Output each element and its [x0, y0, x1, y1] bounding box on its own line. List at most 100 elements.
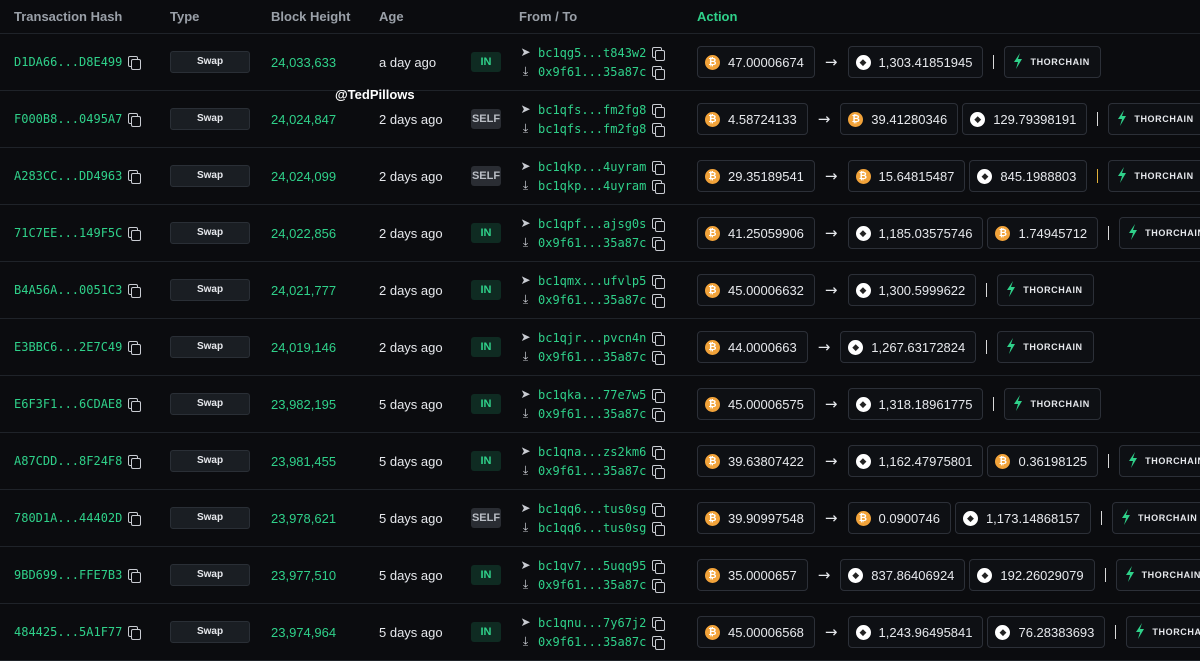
copy-icon[interactable]	[128, 227, 142, 241]
asset-amount-pill[interactable]: 0.36198125	[987, 445, 1099, 477]
table-row[interactable]: B4A56A...0051C3 Swap 24,021,777 2 days ago…	[0, 262, 1200, 319]
copy-icon[interactable]	[652, 502, 666, 517]
to-address-link[interactable]: 0x9f61...35a87c	[538, 464, 646, 478]
copy-icon[interactable]	[652, 217, 666, 232]
copy-icon[interactable]	[128, 56, 142, 70]
asset-amount-pill[interactable]: 1,243.96495841	[847, 616, 984, 648]
copy-icon[interactable]	[652, 464, 666, 479]
copy-icon[interactable]	[652, 65, 666, 80]
copy-icon[interactable]	[652, 445, 666, 460]
thorchain-badge[interactable]: THORCHAIN	[1108, 103, 1200, 135]
from-address-link[interactable]: bc1qkp...4uyram	[538, 160, 646, 174]
table-row[interactable]: A87CDD...8F24F8 Swap 23,981,455 5 days ago…	[0, 433, 1200, 490]
from-address-link[interactable]: bc1qna...zs2km6	[538, 445, 646, 459]
thorchain-badge[interactable]: THORCHAIN	[1119, 217, 1200, 249]
copy-icon[interactable]	[128, 569, 142, 583]
copy-icon[interactable]	[652, 521, 666, 536]
asset-amount-pill[interactable]: 35.0000657	[697, 559, 808, 591]
asset-amount-pill[interactable]: 192.26029079	[969, 559, 1095, 591]
from-address-link[interactable]: bc1qg5...t843w2	[538, 46, 646, 60]
table-row[interactable]: 484425...5A1F77 Swap 23,974,964 5 days ago…	[0, 604, 1200, 661]
thorchain-badge[interactable]: THORCHAIN	[1108, 160, 1200, 192]
tx-hash-link[interactable]: E6F3F1...6CDAE8	[14, 397, 122, 411]
asset-amount-pill[interactable]: 1.74945712	[987, 217, 1099, 249]
asset-amount-pill[interactable]: 45.00006632	[697, 274, 815, 306]
from-address-link[interactable]: bc1qjr...pvcn4n	[538, 331, 646, 345]
asset-amount-pill[interactable]: 39.41280346	[840, 103, 959, 135]
asset-amount-pill[interactable]: 1,185.03575746	[847, 217, 984, 249]
block-height-link[interactable]: 23,974,964	[271, 625, 336, 640]
thorchain-badge[interactable]: THORCHAIN	[1115, 559, 1200, 591]
block-height-link[interactable]: 23,977,510	[271, 568, 336, 583]
copy-icon[interactable]	[652, 103, 666, 118]
asset-amount-pill[interactable]: 29.35189541	[697, 160, 815, 192]
copy-icon[interactable]	[652, 350, 666, 365]
copy-icon[interactable]	[652, 122, 666, 137]
copy-icon[interactable]	[652, 236, 666, 251]
asset-amount-pill[interactable]: 45.00006575	[697, 388, 815, 420]
table-row[interactable]: D1DA66...D8E499 Swap 24,033,633 a day ago …	[0, 34, 1200, 91]
asset-amount-pill[interactable]: 45.00006568	[697, 616, 815, 648]
thorchain-badge[interactable]: THORCHAIN	[1004, 46, 1101, 78]
block-height-link[interactable]: 24,033,633	[271, 55, 336, 70]
to-address-link[interactable]: 0x9f61...35a87c	[538, 350, 646, 364]
to-address-link[interactable]: 0x9f61...35a87c	[538, 578, 646, 592]
thorchain-badge[interactable]: THORCHAIN	[1126, 616, 1200, 648]
tx-hash-link[interactable]: 9BD699...FFE7B3	[14, 568, 122, 582]
table-row[interactable]: F000B8...0495A7 Swap 24,024,847 2 days ago…	[0, 91, 1200, 148]
block-height-link[interactable]: 23,978,621	[271, 511, 336, 526]
copy-icon[interactable]	[128, 512, 142, 526]
thorchain-badge[interactable]: THORCHAIN	[997, 331, 1094, 363]
asset-amount-pill[interactable]: 1,162.47975801	[847, 445, 984, 477]
to-address-link[interactable]: bc1qq6...tus0sg	[538, 521, 646, 535]
tx-hash-link[interactable]: E3BBC6...2E7C49	[14, 340, 122, 354]
copy-icon[interactable]	[652, 274, 666, 289]
table-row[interactable]: 9BD699...FFE7B3 Swap 23,977,510 5 days ago…	[0, 547, 1200, 604]
asset-amount-pill[interactable]: 1,173.14868157	[954, 502, 1091, 534]
thorchain-badge[interactable]: THORCHAIN	[1004, 388, 1101, 420]
copy-icon[interactable]	[652, 578, 666, 593]
asset-amount-pill[interactable]: 4.58724133	[697, 103, 808, 135]
from-address-link[interactable]: bc1qka...77e7w5	[538, 388, 646, 402]
block-height-link[interactable]: 24,019,146	[271, 340, 336, 355]
copy-icon[interactable]	[652, 331, 666, 346]
from-address-link[interactable]: bc1qpf...ajsg0s	[538, 217, 646, 231]
to-address-link[interactable]: 0x9f61...35a87c	[538, 635, 646, 649]
asset-amount-pill[interactable]: 0.0900746	[847, 502, 951, 534]
from-address-link[interactable]: bc1qv7...5uqq95	[538, 559, 646, 573]
thorchain-badge[interactable]: THORCHAIN	[1119, 445, 1200, 477]
from-address-link[interactable]: bc1qmx...ufvlp5	[538, 274, 646, 288]
table-row[interactable]: 71C7EE...149F5C Swap 24,022,856 2 days ago…	[0, 205, 1200, 262]
from-address-link[interactable]: bc1qnu...7y67j2	[538, 616, 646, 630]
to-address-link[interactable]: 0x9f61...35a87c	[538, 65, 646, 79]
from-address-link[interactable]: bc1qfs...fm2fg8	[538, 103, 646, 117]
asset-amount-pill[interactable]: 1,267.63172824	[840, 331, 977, 363]
block-height-link[interactable]: 24,022,856	[271, 226, 336, 241]
asset-amount-pill[interactable]: 15.64815487	[847, 160, 966, 192]
asset-amount-pill[interactable]: 76.28383693	[987, 616, 1106, 648]
table-row[interactable]: 780D1A...44402D Swap 23,978,621 5 days ago…	[0, 490, 1200, 547]
asset-amount-pill[interactable]: 39.90997548	[697, 502, 815, 534]
tx-hash-link[interactable]: 484425...5A1F77	[14, 625, 122, 639]
tx-hash-link[interactable]: F000B8...0495A7	[14, 112, 122, 126]
copy-icon[interactable]	[652, 388, 666, 403]
asset-amount-pill[interactable]: 1,300.5999622	[847, 274, 977, 306]
copy-icon[interactable]	[128, 284, 142, 298]
tx-hash-link[interactable]: A87CDD...8F24F8	[14, 454, 122, 468]
to-address-link[interactable]: 0x9f61...35a87c	[538, 407, 646, 421]
tx-hash-link[interactable]: D1DA66...D8E499	[14, 55, 122, 69]
block-height-link[interactable]: 24,024,099	[271, 169, 336, 184]
asset-amount-pill[interactable]: 1,303.41851945	[847, 46, 984, 78]
copy-icon[interactable]	[128, 398, 142, 412]
tx-hash-link[interactable]: 780D1A...44402D	[14, 511, 122, 525]
asset-amount-pill[interactable]: 1,318.18961775	[847, 388, 984, 420]
block-height-link[interactable]: 24,024,847	[271, 112, 336, 127]
copy-icon[interactable]	[652, 293, 666, 308]
copy-icon[interactable]	[128, 626, 142, 640]
asset-amount-pill[interactable]: 47.00006674	[697, 46, 815, 78]
copy-icon[interactable]	[128, 170, 142, 184]
copy-icon[interactable]	[128, 113, 142, 127]
table-row[interactable]: A283CC...DD4963 Swap 24,024,099 2 days ago…	[0, 148, 1200, 205]
copy-icon[interactable]	[652, 635, 666, 650]
asset-amount-pill[interactable]: 845.1988803	[969, 160, 1088, 192]
